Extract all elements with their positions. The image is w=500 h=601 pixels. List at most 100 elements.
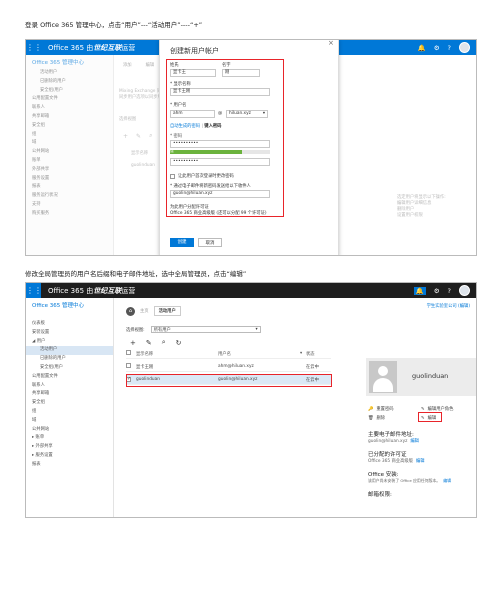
top-bar-icons: 🔔 ⚙ ? <box>413 285 470 296</box>
nav-item[interactable]: ▸ 外部共享 <box>26 443 113 452</box>
dialog-title: 创建新用户帐户 <box>170 47 219 55</box>
top-bar: ⋮⋮ Office 365 由世纪互联运营 🔔 ⚙ ? <box>26 283 476 298</box>
view-value: 所有用户 <box>153 327 171 333</box>
delete-label: 删除 <box>376 416 386 421</box>
caption-step-2: 修改全局管理员的用户名后缀和电子邮件地址，选中全局管理员，点击“编辑” <box>25 270 247 278</box>
nav-item[interactable]: 域 <box>26 417 113 426</box>
nav-item[interactable]: 公用配置文件 <box>26 373 113 382</box>
mailbox-section-title: 邮箱权限: <box>368 492 392 498</box>
email-section-title: 主要电子邮件地址: <box>368 432 414 438</box>
highlight-form-box <box>166 59 284 217</box>
delete-action[interactable]: 🗑 删除 <box>368 415 386 422</box>
gear-icon[interactable]: ⚙ <box>434 287 440 295</box>
create-user-dialog: 创建新用户帐户 × 姓氏 名字 显卡王 刚 * 显示名称 显卡王刚 * 用户名 … <box>159 40 339 255</box>
nav-item[interactable]: 公共网站 <box>26 426 113 435</box>
nav-item[interactable]: 已删除的用户 <box>26 355 113 364</box>
home-icon[interactable]: ⌂ <box>126 306 135 316</box>
home-label[interactable]: 主页 <box>140 308 149 314</box>
install-edit-link[interactable]: 编辑 <box>443 478 451 484</box>
create-button[interactable]: 创建 <box>170 238 194 247</box>
caret-right-icon: ▸ <box>32 444 35 450</box>
table-header: 显示名称 用户名 ▾ 状态 <box>126 349 331 359</box>
nav-item-label: 服务设置 <box>35 452 53 458</box>
avatar[interactable] <box>459 42 470 53</box>
page-tab-bar: ⌂ 主页 活动用户 <box>126 306 181 316</box>
nav-item[interactable]: 仪表板 <box>26 320 113 329</box>
company-name-link[interactable]: 学生实验室公司 (编辑) <box>427 303 470 309</box>
nav-item-label: 账单 <box>35 435 45 441</box>
user-detail-pane: guolinduan 🔑 重置密码 ✎ 编辑用户角色 🗑 删除 ✎ 编辑 主要电子邮件地… <box>366 358 476 517</box>
key-icon: 🔑 <box>368 406 374 412</box>
help-icon[interactable]: ? <box>448 44 451 52</box>
edit-icon[interactable]: ✎ <box>146 339 152 347</box>
help-icon[interactable]: ? <box>448 287 451 295</box>
highlight-selected-row <box>126 374 332 387</box>
view-select-row: 选择视图: 所有用户 ▾ <box>126 326 261 333</box>
nav-item[interactable]: 安装设置 <box>26 329 113 338</box>
brand-name: 世纪互联 <box>93 287 122 295</box>
reset-password-action[interactable]: 🔑 重置密码 <box>368 406 394 413</box>
email-edit-link[interactable]: 编辑 <box>410 438 419 444</box>
cancel-button[interactable]: 取消 <box>198 238 222 247</box>
notification-icon[interactable]: 🔔 <box>418 44 426 52</box>
top-bar-icons: 🔔 ⚙ ? <box>418 42 470 53</box>
install-section: 该用户尚未安装了 Office 应用任何版本。 编辑 <box>368 478 451 484</box>
table-row[interactable]: 显卡王刚 ahm@hiluan.xyz 在云中 <box>126 362 331 372</box>
app-launcher-icon[interactable]: ⋮⋮ <box>26 40 42 55</box>
screenshot-active-users: ⋮⋮ Office 365 由世纪互联运营 🔔 ⚙ ? Office 365 管… <box>25 282 477 518</box>
row-checkbox[interactable] <box>126 363 131 368</box>
view-label: 选择视图: <box>126 327 145 333</box>
license-edit-link[interactable]: 编辑 <box>416 458 425 464</box>
nav-item[interactable]: 报表 <box>26 461 113 470</box>
nav-heading[interactable]: Office 365 管理中心 <box>26 298 113 312</box>
close-icon[interactable]: × <box>328 40 334 47</box>
nav-item[interactable]: 联系人 <box>26 382 113 391</box>
cell-username: ahm@hiluan.xyz <box>218 364 254 369</box>
select-all-checkbox[interactable] <box>126 350 131 355</box>
user-toolbar: + ✎ ⌕ ↻ <box>130 338 182 347</box>
caption-step-1: 登录 Office 365 管理中心，点击“用户”---“活动用户”----“+… <box>25 21 203 29</box>
app-title: Office 365 由世纪互联运营 <box>48 287 136 295</box>
page-tab-active-users[interactable]: 活动用户 <box>153 306 181 316</box>
install-section-title: Office 安装: <box>368 472 399 478</box>
caret-right-icon: ▸ <box>32 452 35 458</box>
nav-item[interactable]: 安全组/用户 <box>26 364 113 373</box>
email-value: guolin@hiluan.xyz <box>368 438 408 444</box>
nav-item[interactable]: 共享邮箱 <box>26 390 113 399</box>
nav-item[interactable]: ▸ 服务设置 <box>26 452 113 461</box>
nav-item[interactable]: ▸ 账单 <box>26 434 113 443</box>
view-select[interactable]: 所有用户 ▾ <box>150 326 261 333</box>
nav-item-active-users[interactable]: 活动用户 <box>26 346 113 356</box>
nav-item-label: 用户 <box>36 338 46 344</box>
search-icon[interactable]: ⌕ <box>162 338 166 347</box>
add-icon[interactable]: + <box>130 339 136 347</box>
app-title: Office 365 由世纪互联运营 <box>48 44 136 52</box>
gear-icon[interactable]: ⚙ <box>434 44 440 52</box>
notification-icon[interactable]: 🔔 <box>413 286 426 295</box>
cell-status: 在云中 <box>306 364 319 370</box>
email-section: guolin@hiluan.xyz 编辑 <box>368 438 419 445</box>
nav-item[interactable]: 组 <box>26 408 113 417</box>
license-section: Office 365 商业高级版 编辑 <box>368 458 425 464</box>
screenshot-create-user: ⋮⋮ Office 365 由世纪互联运营 🔔 ⚙ ? Office 365 管… <box>25 39 477 256</box>
trash-icon: 🗑 <box>368 415 374 421</box>
column-header[interactable]: 状态 <box>306 351 315 357</box>
avatar[interactable] <box>459 285 470 296</box>
column-header[interactable]: 用户名 <box>218 351 300 357</box>
brand-name: 世纪互联 <box>93 44 122 52</box>
reset-password-label: 重置密码 <box>376 407 394 412</box>
sidebar-nav: Office 365 管理中心 仪表板 安装设置 ◢ 用户 活动用户 已删除的用… <box>26 298 114 517</box>
caret-down-icon: ◢ <box>32 338 36 344</box>
app-launcher-icon[interactable]: ⋮⋮ <box>26 283 42 298</box>
user-display-name: guolinduan <box>412 372 449 380</box>
pencil-icon: ✎ <box>421 406 425 412</box>
column-header[interactable]: 显示名称 <box>136 351 218 357</box>
nav-item-label: 外部共享 <box>35 444 53 450</box>
highlight-edit-button <box>418 412 442 422</box>
nav-item[interactable]: 安全组 <box>26 399 113 408</box>
person-icon <box>369 361 397 393</box>
license-section-title: 已分配的许可证 <box>368 452 407 458</box>
cell-display-name: 显卡王刚 <box>136 364 154 370</box>
nav-item-users[interactable]: ◢ 用户 <box>26 338 113 347</box>
refresh-icon[interactable]: ↻ <box>176 339 182 347</box>
